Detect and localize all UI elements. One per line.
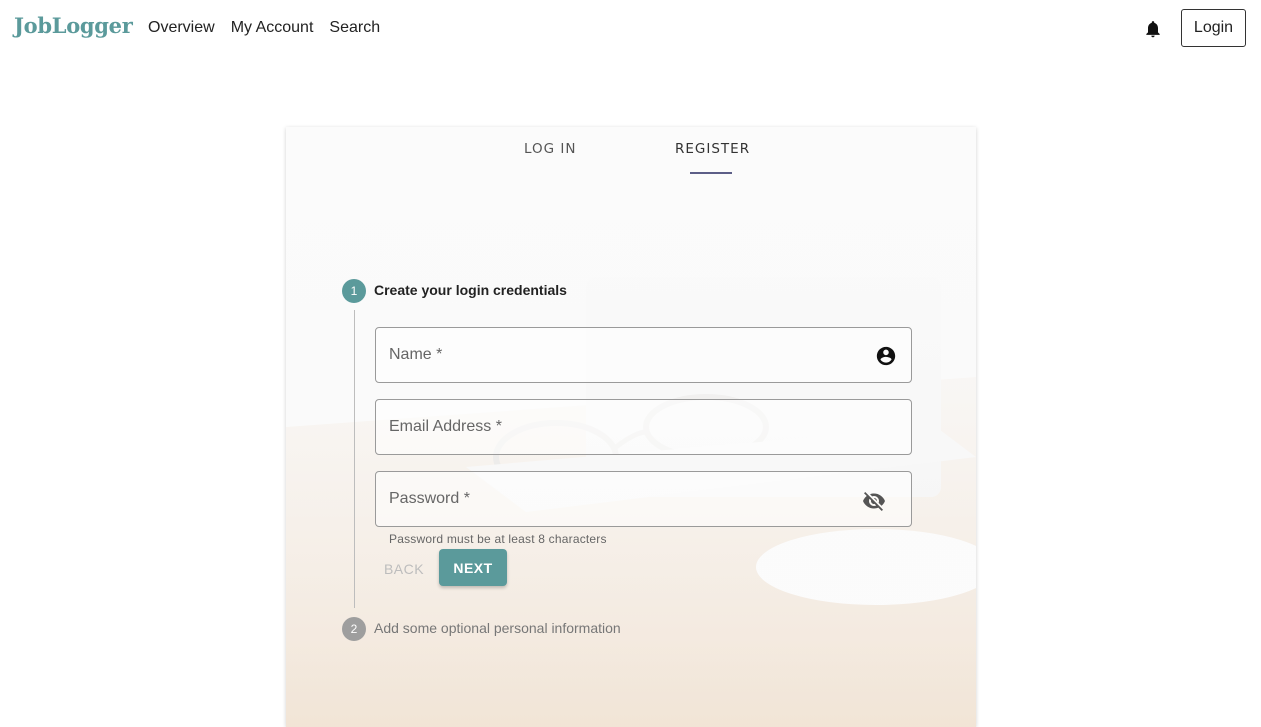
password-helper-text: Password must be at least 8 characters bbox=[389, 532, 607, 546]
email-field-label: Email Address * bbox=[389, 418, 502, 435]
nav-my-account[interactable]: My Account bbox=[231, 19, 314, 37]
name-field-label: Name * bbox=[389, 346, 443, 363]
back-button[interactable]: BACK bbox=[380, 551, 428, 587]
email-field[interactable]: Email Address * bbox=[375, 399, 912, 455]
tab-register[interactable]: REGISTER bbox=[675, 141, 750, 157]
nav-overview[interactable]: Overview bbox=[148, 19, 215, 37]
nav-search[interactable]: Search bbox=[329, 19, 380, 37]
next-button[interactable]: NEXT bbox=[439, 549, 507, 586]
login-button[interactable]: Login bbox=[1181, 9, 1246, 47]
visibility-off-icon[interactable] bbox=[862, 489, 885, 511]
top-navbar: JobLogger Overview My Account Search Log… bbox=[0, 0, 1261, 58]
auth-tabs: LOG IN REGISTER bbox=[286, 127, 976, 177]
step-1-indicator: 1 bbox=[342, 279, 366, 303]
notifications-bell-icon[interactable] bbox=[1143, 19, 1163, 39]
name-field[interactable]: Name * bbox=[375, 327, 912, 383]
step-1-label: Create your login credentials bbox=[374, 282, 567, 298]
step-2-label[interactable]: Add some optional personal information bbox=[374, 620, 621, 636]
app-logo[interactable]: JobLogger bbox=[14, 13, 133, 38]
tab-active-indicator bbox=[690, 172, 732, 174]
password-field[interactable]: Password * bbox=[375, 471, 912, 527]
auth-card: LOG IN REGISTER 1 Create your login cred… bbox=[286, 127, 976, 727]
account-circle-icon bbox=[875, 345, 897, 367]
password-field-label: Password * bbox=[389, 490, 470, 507]
tab-log-in[interactable]: LOG IN bbox=[524, 141, 577, 157]
step-2-indicator: 2 bbox=[342, 617, 366, 641]
stepper-connector bbox=[354, 310, 355, 608]
main-nav: Overview My Account Search bbox=[148, 19, 380, 37]
